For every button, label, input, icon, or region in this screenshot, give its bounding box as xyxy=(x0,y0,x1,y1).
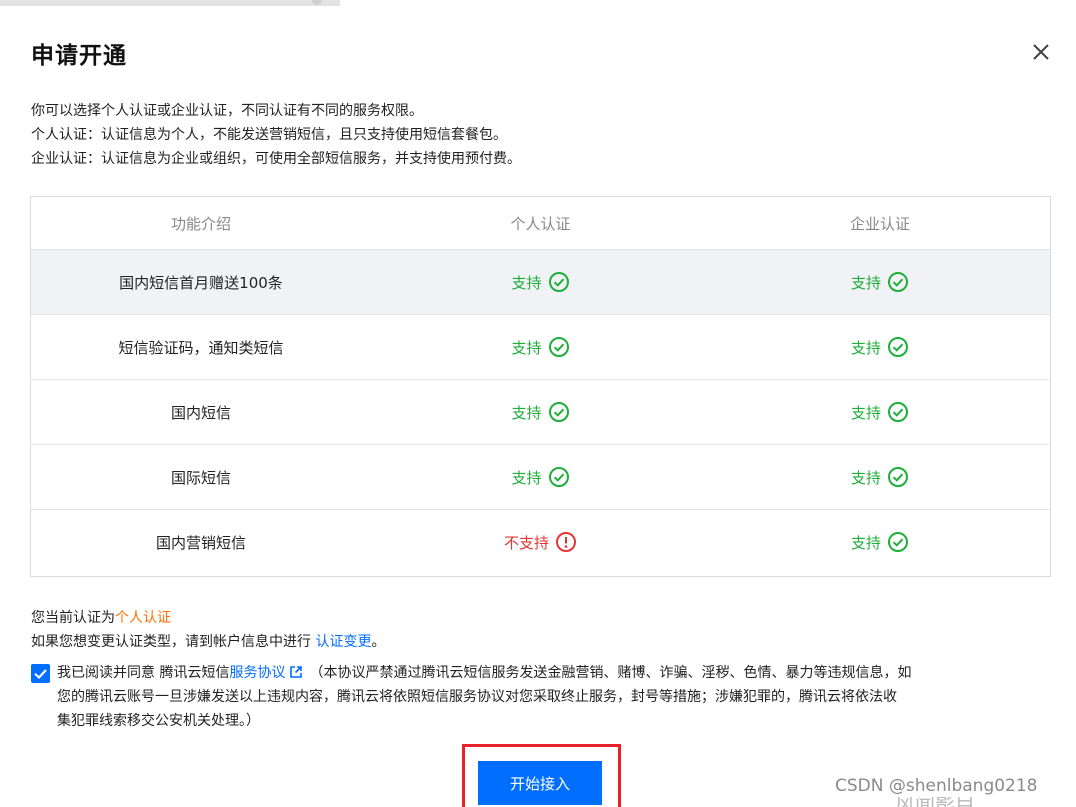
intro-line: 企业认证：认证信息为企业或组织，可使用全部短信服务，并支持使用预付费。 xyxy=(31,151,521,167)
current-auth: 您当前认证为个人认证 xyxy=(31,606,171,630)
check-circle-icon xyxy=(548,337,569,357)
change-auth-hint: 如果您想变更认证类型，请到帐户信息中进行 认证变更。 xyxy=(31,630,385,654)
personal-cell: 支持 xyxy=(371,250,710,314)
current-auth-value: 个人认证 xyxy=(115,610,171,626)
table-row: 短信验证码，通知类短信 支持 支持 xyxy=(31,315,1050,380)
agreement-notice: （本协议严禁通过腾讯云短信服务发送金融营销、赌博、诈骗、淫秽、色情、暴力等违规信… xyxy=(309,665,912,681)
check-circle-icon xyxy=(888,467,908,487)
personal-cell: 不支持 xyxy=(371,510,710,574)
current-auth-prefix: 您当前认证为 xyxy=(31,610,115,626)
close-icon xyxy=(1033,44,1049,60)
personal-cell: 支持 xyxy=(371,380,710,444)
change-auth-suffix: 。 xyxy=(371,634,386,650)
status-supported: 支持 xyxy=(851,466,909,488)
table-row: 国内短信 支持 支持 xyxy=(31,380,1050,445)
feature-cell: 国内营销短信 xyxy=(155,533,246,552)
status-label: 支持 xyxy=(511,403,542,422)
check-circle-icon xyxy=(888,402,908,422)
status-label: 支持 xyxy=(511,338,542,357)
status-supported: 支持 xyxy=(851,401,909,423)
feature-cell: 国内短信 xyxy=(170,403,231,422)
status-supported: 支持 xyxy=(511,466,569,488)
enterprise-cell: 支持 xyxy=(710,315,1050,379)
feature-cell: 国际短信 xyxy=(170,468,231,487)
intro-text: 你可以选择个人认证或企业认证，不同认证有不同的服务权限。 个人认证：认证信息为个… xyxy=(31,99,521,171)
enterprise-cell: 支持 xyxy=(710,510,1050,574)
status-label: 支持 xyxy=(850,338,881,357)
status-label: 支持 xyxy=(511,468,542,487)
start-access-button[interactable]: 开始接入 xyxy=(478,761,602,805)
status-supported: 支持 xyxy=(511,271,569,293)
watermark: CSDN @shenlbang0218 xyxy=(835,776,1038,796)
status-label: 不支持 xyxy=(503,533,549,552)
watermark-logo-text: 风闻影目 xyxy=(895,797,1070,807)
external-link-icon[interactable] xyxy=(289,665,303,679)
intro-line: 个人认证：认证信息为个人，不能发送营销短信，且只支持使用短信套餐包。 xyxy=(31,127,507,143)
status-supported: 支持 xyxy=(511,336,569,358)
enterprise-cell: 支持 xyxy=(710,380,1050,444)
status-label: 支持 xyxy=(850,468,881,487)
close-button[interactable] xyxy=(1028,39,1054,65)
status-label: 支持 xyxy=(850,533,881,552)
table-row: 国际短信 支持 支持 xyxy=(31,445,1050,510)
service-agreement-link[interactable]: 服务协议 xyxy=(229,665,285,681)
enterprise-cell: 支持 xyxy=(710,445,1050,509)
intro-line: 你可以选择个人认证或企业认证，不同认证有不同的服务权限。 xyxy=(31,103,423,119)
agreement-prefix: 我已阅读并同意 腾讯云短信 xyxy=(57,665,230,681)
apply-dialog: 申请开通 你可以选择个人认证或企业认证，不同认证有不同的服务权限。 个人认证：认… xyxy=(0,6,1076,807)
agree-checkbox[interactable] xyxy=(31,664,50,683)
comparison-table: 功能介绍 个人认证 企业认证 国内短信首月赠送100条 支持 支持 短信验证码，… xyxy=(30,196,1051,577)
header-personal: 个人认证 xyxy=(510,214,571,233)
status-supported: 支持 xyxy=(851,336,909,358)
personal-cell: 支持 xyxy=(371,315,710,379)
status-label: 支持 xyxy=(850,273,881,292)
check-circle-icon xyxy=(888,532,908,552)
status-supported: 支持 xyxy=(851,531,909,553)
agreement-text: 我已阅读并同意 腾讯云短信服务协议 （本协议严禁通过腾讯云短信服务发送金融营销、赌… xyxy=(57,661,1057,733)
status-label: 支持 xyxy=(511,273,542,292)
exclamation-circle-icon xyxy=(556,532,576,552)
feature-cell: 短信验证码，通知类短信 xyxy=(118,338,284,357)
status-supported: 支持 xyxy=(511,401,569,423)
status-unsupported: 不支持 xyxy=(504,531,577,553)
watermark-logo: 风闻影目 xyxy=(895,797,1070,807)
check-circle-icon xyxy=(548,467,569,487)
table-row: 国内短信首月赠送100条 支持 支持 xyxy=(31,250,1050,315)
header-feature: 功能介绍 xyxy=(170,214,231,233)
change-auth-prefix: 如果您想变更认证类型，请到帐户信息中进行 xyxy=(31,634,316,650)
agreement-line: 集犯罪线索移交公安机关处理。） xyxy=(57,713,260,729)
agreement-line: 我已阅读并同意 腾讯云短信服务协议 （本协议严禁通过腾讯云短信服务发送金融营销、赌… xyxy=(57,661,1057,685)
check-circle-icon xyxy=(888,272,908,292)
agreement-line: 您的腾讯云账号一旦涉嫌发送以上违规内容，腾讯云将依照短信服务协议对您采取终止服务… xyxy=(57,689,897,705)
feature-cell: 国内短信首月赠送100条 xyxy=(119,273,283,292)
enterprise-cell: 支持 xyxy=(710,250,1050,314)
checkmark-icon xyxy=(34,669,47,680)
check-circle-icon xyxy=(888,337,908,357)
header-enterprise: 企业认证 xyxy=(849,214,910,233)
table-header: 功能介绍 个人认证 企业认证 xyxy=(31,197,1050,250)
dialog-title: 申请开通 xyxy=(31,43,127,69)
check-circle-icon xyxy=(548,402,569,422)
table-row: 国内营销短信 不支持 支持 xyxy=(31,510,1050,574)
status-supported: 支持 xyxy=(851,271,909,293)
status-label: 支持 xyxy=(850,403,881,422)
personal-cell: 支持 xyxy=(371,445,710,509)
change-auth-link[interactable]: 认证变更 xyxy=(315,634,371,650)
check-circle-icon xyxy=(548,272,569,292)
